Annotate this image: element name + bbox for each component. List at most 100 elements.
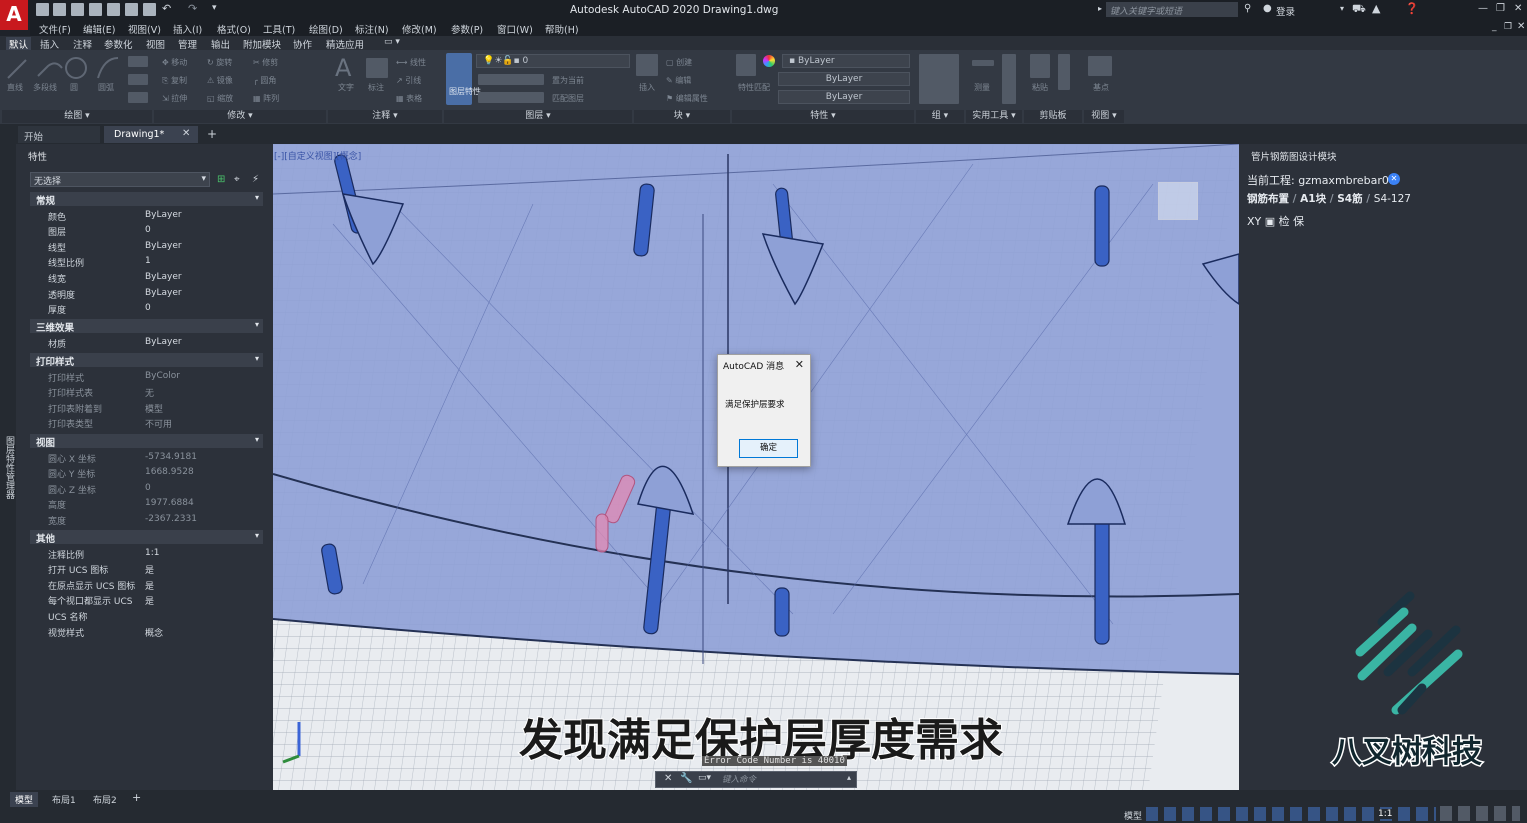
base-view-icon[interactable] xyxy=(1088,56,1112,76)
panel-utilities[interactable]: 实用工具 ▾ xyxy=(966,110,1022,123)
annotation-scale[interactable]: 1:1 xyxy=(1376,809,1395,819)
tab-addins[interactable]: 附加模块 xyxy=(243,37,281,51)
check-button[interactable]: 检 xyxy=(1279,215,1290,228)
command-history-icon[interactable]: ▴ xyxy=(847,773,851,782)
ok-button[interactable]: 确定 xyxy=(739,439,798,458)
match-layer[interactable]: 匹配图层 xyxy=(552,93,584,104)
table-tool[interactable]: ▦ 表格 xyxy=(396,93,422,104)
set-current-layer[interactable]: 置为当前 xyxy=(552,75,584,86)
property-row[interactable]: 打开 UCS 图标 是 xyxy=(30,561,263,577)
modify-mirror[interactable]: ⚠ 镜像 xyxy=(207,75,233,86)
cart-icon[interactable]: ⛟ xyxy=(1352,2,1366,17)
breadcrumb-block[interactable]: A1块 xyxy=(1300,193,1326,205)
viewport-controls[interactable]: [-][自定义视图][概念] xyxy=(274,149,361,162)
color-dropdown[interactable]: ▪ ByLayer xyxy=(782,54,910,68)
menu-insert[interactable]: 插入(I) xyxy=(173,22,202,36)
section-header[interactable]: 打印样式 ▾ xyxy=(30,353,263,368)
quick-access-menu-icon[interactable]: ▾ xyxy=(212,3,217,13)
tab-view[interactable]: 视图 xyxy=(146,37,165,51)
close-icon[interactable]: ✕ xyxy=(1514,3,1522,14)
web-open-icon[interactable] xyxy=(107,3,120,16)
section-header[interactable]: 常规 ▾ xyxy=(30,192,263,207)
menu-parametric[interactable]: 参数(P) xyxy=(451,22,483,36)
command-close-icon[interactable]: ✕ xyxy=(664,773,672,784)
menu-view[interactable]: 视图(V) xyxy=(128,22,161,36)
doc-restore-icon[interactable]: ❐ xyxy=(1504,22,1512,32)
dialog-close-icon[interactable]: ✕ xyxy=(795,358,804,371)
collapse-icon[interactable]: ▾ xyxy=(255,531,259,540)
tab-annotate[interactable]: 注释 xyxy=(73,37,92,51)
new-tab-icon[interactable]: + xyxy=(207,127,217,141)
property-row[interactable]: 在原点显示 UCS 图标是 xyxy=(30,577,263,593)
section-header[interactable]: 视图 ▾ xyxy=(30,434,263,449)
menu-edit[interactable]: 编辑(E) xyxy=(83,22,115,36)
collapse-icon[interactable]: ▾ xyxy=(255,354,259,363)
restore-icon[interactable]: ❐ xyxy=(1496,3,1505,14)
xy-tool-button[interactable]: XY xyxy=(1247,215,1261,228)
quick-select-icon[interactable]: ⚡ xyxy=(252,174,259,185)
lineweight-dropdown[interactable]: ByLayer xyxy=(778,90,910,104)
open-file-icon[interactable] xyxy=(53,3,66,16)
create-block[interactable]: ▢ 创建 xyxy=(666,57,692,68)
collapse-icon[interactable]: ▾ xyxy=(255,193,259,202)
property-row[interactable]: 线宽 ByLayer xyxy=(30,270,263,286)
panel-view[interactable]: 视图 ▾ xyxy=(1084,110,1124,123)
save-button[interactable]: 保 xyxy=(1293,215,1304,228)
modify-trim[interactable]: ✂ 修剪 xyxy=(253,57,278,68)
panel-block[interactable]: 块 ▾ xyxy=(634,110,730,123)
property-row[interactable]: 打印表类型 不可用 xyxy=(30,415,263,431)
edit-block[interactable]: ✎ 编辑 xyxy=(666,75,691,86)
modify-array[interactable]: ▦ 阵列 xyxy=(253,93,279,104)
section-header[interactable]: 三维效果 ▾ xyxy=(30,319,263,334)
property-row[interactable]: 圆心 X 坐标 -5734.9181 xyxy=(30,450,263,466)
save-as-icon[interactable] xyxy=(89,3,102,16)
tab-close-icon[interactable]: ✕ xyxy=(182,128,190,139)
property-row[interactable]: 视觉样式 概念 xyxy=(30,624,263,640)
tab-featured-apps[interactable]: 精选应用 xyxy=(326,37,364,51)
breadcrumb-bar[interactable]: S4筋 xyxy=(1337,193,1362,205)
utility-tools-icon[interactable] xyxy=(1002,54,1016,104)
match-properties-icon[interactable] xyxy=(736,54,756,76)
layer-dropdown[interactable]: 💡☀🔓▪ 0 xyxy=(476,54,630,68)
property-row[interactable]: 颜色 ByLayer xyxy=(30,208,263,224)
menu-help[interactable]: 帮助(H) xyxy=(545,22,579,36)
layout-tab-model[interactable]: 模型 xyxy=(10,792,39,807)
modify-fillet[interactable]: ╭ 圆角 xyxy=(253,75,276,86)
tab-start[interactable]: 开始 xyxy=(18,126,100,143)
login-dropdown-icon[interactable]: ▾ xyxy=(1340,4,1344,13)
breadcrumb-rebar-layout[interactable]: 钢筋布置 xyxy=(1247,193,1289,205)
layer-manager-strip-label[interactable]: 图层特性管理器 xyxy=(2,436,14,499)
panel-properties[interactable]: 特性 ▾ xyxy=(732,110,914,123)
layout-tab-1[interactable]: 布局1 xyxy=(47,792,81,807)
layer-tools-row-1[interactable] xyxy=(478,74,544,85)
menu-tools[interactable]: 工具(T) xyxy=(263,22,295,36)
property-row[interactable]: 圆心 Z 坐标 0 xyxy=(30,481,263,497)
layer-properties-icon[interactable] xyxy=(446,53,472,105)
property-row[interactable]: 线型比例 1 xyxy=(30,254,263,270)
expand-search-icon[interactable]: ▸ xyxy=(1098,4,1102,13)
edit-attributes[interactable]: ⚑ 编辑属性 xyxy=(666,93,708,104)
tab-manage[interactable]: 管理 xyxy=(178,37,197,51)
new-file-icon[interactable] xyxy=(36,3,49,16)
undo-icon[interactable]: ↶ xyxy=(162,2,171,15)
clipboard-tools-icon[interactable] xyxy=(1058,54,1070,90)
search-input[interactable]: 键入关键字或短语 xyxy=(1106,2,1238,17)
property-row[interactable]: 厚度 0 xyxy=(30,301,263,317)
property-row[interactable]: 圆心 Y 坐标 1668.9528 xyxy=(30,465,263,481)
tab-insert[interactable]: 插入 xyxy=(40,37,59,51)
paste-icon[interactable] xyxy=(1030,54,1050,78)
menu-file[interactable]: 文件(F) xyxy=(39,22,71,36)
hatch-tool-icon[interactable] xyxy=(128,74,148,85)
menu-draw[interactable]: 绘图(D) xyxy=(309,22,343,36)
tab-output[interactable]: 输出 xyxy=(211,37,230,51)
group-tools-icon[interactable] xyxy=(919,54,959,104)
redo-icon[interactable]: ↷ xyxy=(188,2,197,15)
a360-icon[interactable]: ▲ xyxy=(1372,2,1380,15)
property-row[interactable]: UCS 名称 xyxy=(30,608,263,624)
menu-window[interactable]: 窗口(W) xyxy=(497,22,533,36)
panel-group[interactable]: 组 ▾ xyxy=(916,110,964,123)
layer-tools-row-2[interactable] xyxy=(478,92,544,103)
autocad-logo-icon[interactable]: A xyxy=(0,0,28,30)
property-row[interactable]: 图层 0 xyxy=(30,223,263,239)
property-row[interactable]: 打印表附着到 模型 xyxy=(30,400,263,416)
